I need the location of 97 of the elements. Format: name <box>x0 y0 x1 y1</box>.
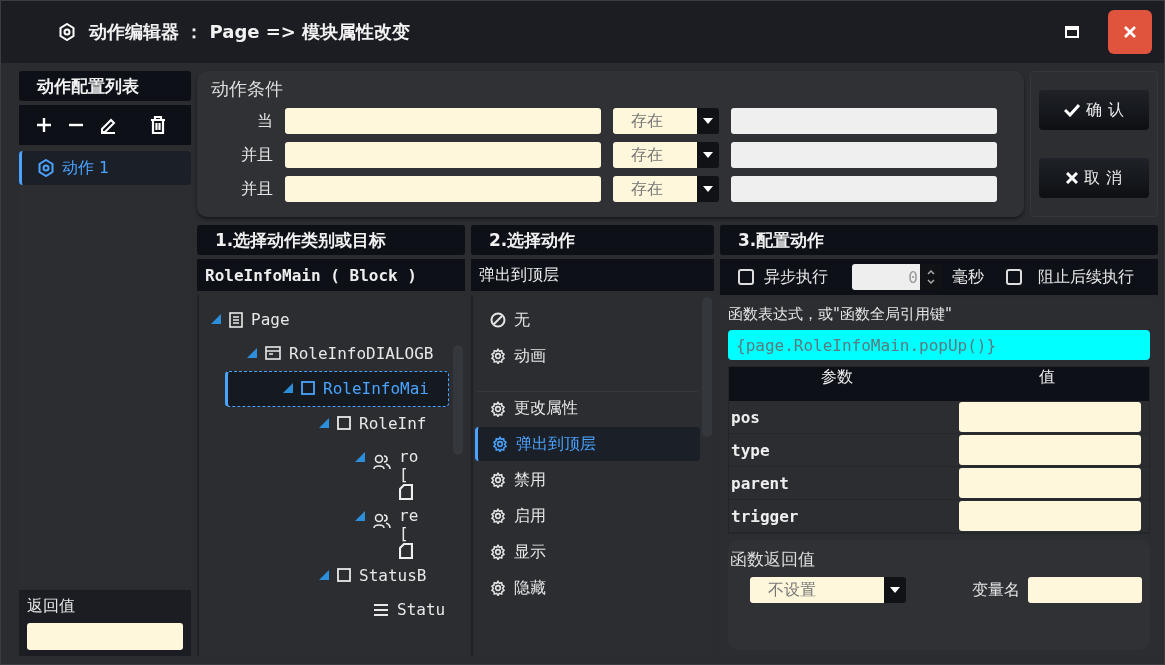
action-item[interactable]: 显示 <box>475 535 700 569</box>
current-action: 弹出到顶层 <box>471 259 714 291</box>
file-icon <box>399 543 413 559</box>
expression-label: 函数表达式，或"函数全局引用键" <box>728 305 953 324</box>
tree-item[interactable]: RoleInfoDIALOGB <box>199 337 434 371</box>
condition-label: 并且 <box>240 178 273 200</box>
param-value-field[interactable] <box>959 402 1141 432</box>
action-item[interactable]: 更改属性 <box>475 391 700 425</box>
file-icon <box>399 484 413 500</box>
column-header: 参数 <box>819 367 854 388</box>
action-item[interactable]: 动画 <box>475 339 700 373</box>
tree-item[interactable]: Statu <box>199 593 446 627</box>
tree-item[interactable]: RoleInf <box>199 407 427 441</box>
return-value-field[interactable] <box>27 623 183 650</box>
hexagon-icon <box>59 23 75 41</box>
gear-icon <box>490 544 506 560</box>
caret-icon <box>703 152 713 158</box>
variable-field[interactable] <box>1028 577 1142 603</box>
expand-arrow-icon[interactable] <box>319 418 329 428</box>
expand-arrow-icon[interactable] <box>355 511 365 521</box>
action-item[interactable]: 启用 <box>475 499 700 533</box>
expand-arrow-icon[interactable] <box>283 383 293 393</box>
cancel-button[interactable]: 取 消 <box>1039 158 1149 198</box>
expression-field[interactable]: {page.RoleInfoMain.popUp()} <box>728 330 1150 360</box>
plus-icon <box>37 118 51 132</box>
gear-icon <box>490 348 506 364</box>
gear-icon <box>490 472 506 488</box>
confirm-button[interactable]: 确 认 <box>1039 90 1149 130</box>
document-icon <box>229 312 243 328</box>
spin-arrows-icon[interactable] <box>926 268 936 286</box>
tree-item[interactable]: Page <box>199 303 290 337</box>
action-item[interactable]: 隐藏 <box>475 571 700 605</box>
expand-arrow-icon[interactable] <box>247 348 257 358</box>
check-icon <box>1064 103 1081 117</box>
expand-arrow-icon[interactable] <box>211 314 221 324</box>
table-cell-text: type <box>730 440 771 460</box>
hexagon-icon <box>38 159 54 177</box>
unit-label: 毫秒 <box>952 266 984 288</box>
table-cell-text: pos <box>730 407 761 427</box>
panel-header: 2.选择动作 <box>471 225 714 255</box>
square-icon <box>337 568 351 582</box>
caret-icon <box>890 587 900 593</box>
current-target: RoleInfoMain ( Block ) <box>197 259 465 291</box>
caret-icon <box>703 118 713 124</box>
section-title: 动作条件 <box>211 77 284 101</box>
panel-header: 动作配置列表 <box>19 71 191 101</box>
gear-icon <box>490 508 506 524</box>
expand-arrow-icon[interactable] <box>355 452 365 462</box>
square-icon <box>337 416 351 430</box>
param-value-field[interactable] <box>959 501 1141 531</box>
condition-value-field[interactable] <box>731 176 997 202</box>
param-value-field[interactable] <box>959 435 1141 465</box>
list-icon <box>373 603 389 617</box>
square-icon <box>301 381 315 395</box>
panel-header: 1.选择动作类别或目标 <box>197 225 465 255</box>
tree-item[interactable]: StatusB <box>199 559 427 593</box>
stop-label: 阻止后续执行 <box>1038 266 1134 288</box>
checkbox[interactable] <box>738 269 754 285</box>
panel-header: 3.配置动作 <box>720 225 1158 255</box>
gear-icon <box>490 400 506 417</box>
variable-label: 变量名 <box>972 579 1020 601</box>
action-item[interactable]: 弹出到顶层 <box>475 427 700 461</box>
caret-icon <box>703 186 713 192</box>
return-value-label: 返回值 <box>27 596 76 617</box>
gear-icon <box>492 436 508 452</box>
table-cell-text: trigger <box>730 506 800 526</box>
pencil-icon <box>99 116 117 134</box>
forbidden-icon <box>490 312 506 328</box>
gear-icon <box>490 580 506 596</box>
condition-field[interactable] <box>285 108 601 134</box>
action-item[interactable]: 禁用 <box>475 463 700 497</box>
close-button[interactable] <box>1108 10 1152 54</box>
close-icon <box>1066 172 1079 184</box>
async-label: 异步执行 <box>764 266 828 288</box>
condition-field[interactable] <box>285 142 601 168</box>
window-icon <box>265 346 281 360</box>
condition-value-field[interactable] <box>731 142 997 168</box>
action-item[interactable]: 无 <box>475 303 700 337</box>
window-title: 动作编辑器 ： Page => 模块属性改变 <box>89 20 412 44</box>
checkbox[interactable] <box>1006 269 1022 285</box>
tree-item[interactable]: ro [ <box>199 441 419 500</box>
table-cell-text: parent <box>730 473 790 493</box>
close-icon <box>1124 26 1136 38</box>
condition-field[interactable] <box>285 176 601 202</box>
users-icon <box>373 513 391 529</box>
param-value-field[interactable] <box>959 468 1141 498</box>
condition-value-field[interactable] <box>731 108 997 134</box>
section-title: 函数返回值 <box>729 548 816 571</box>
action-list-item[interactable]: 动作 1 <box>19 151 191 185</box>
users-icon <box>373 454 391 470</box>
column-header: 值 <box>1037 367 1056 388</box>
tree-item[interactable]: re [ <box>199 500 419 559</box>
expand-arrow-icon[interactable] <box>319 570 329 580</box>
trash-icon <box>150 116 166 134</box>
maximize-icon <box>1065 26 1079 38</box>
condition-label: 当 <box>256 110 273 132</box>
condition-label: 并且 <box>240 144 273 166</box>
